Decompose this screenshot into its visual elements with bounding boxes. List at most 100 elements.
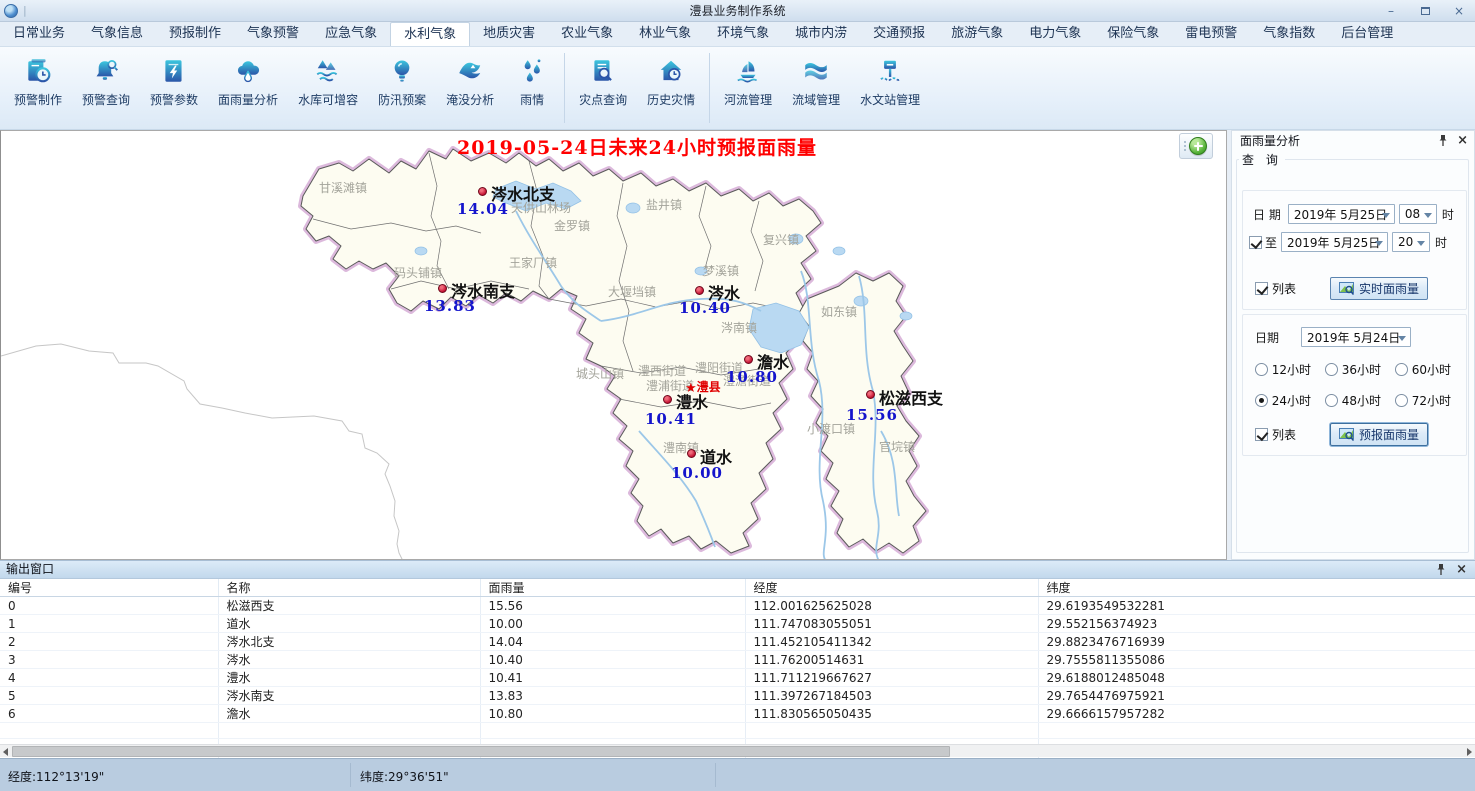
end-date-checkbox[interactable] [1249, 236, 1262, 249]
table-row[interactable]: 6澹水10.80111.83056505043529.6666157957282 [0, 705, 1475, 723]
toolbar-button-label: 预警参数 [150, 91, 198, 108]
menu-tab-雷电预警[interactable]: 雷电预警 [1172, 22, 1250, 46]
forecast-list-checkbox[interactable] [1255, 428, 1268, 441]
station-rainfall-value-澧水: 10.41 [645, 410, 697, 428]
panel-title: 面雨量分析 [1240, 134, 1300, 148]
realtime-rain-button[interactable]: 实时面雨量 [1330, 277, 1428, 300]
realtime-list-label: 列表 [1272, 280, 1296, 297]
scroll-left-arrow-icon[interactable] [3, 748, 8, 756]
radio-option-12小时[interactable]: 12小时 [1255, 361, 1311, 378]
horizontal-scrollbar[interactable] [0, 744, 1475, 757]
table-row[interactable]: 4澧水10.41111.71121966762729.6188012485048 [0, 669, 1475, 687]
station-rainfall-value-松滋西支: 15.56 [846, 406, 898, 424]
menu-tab-气象信息[interactable]: 气象信息 [78, 22, 156, 46]
table-cell: 澹水 [218, 705, 480, 723]
query-groupbox: 查 询 日 期 2019年 5月25日 08 时 至 2019年 [1236, 151, 1469, 553]
radio-option-48小时[interactable]: 48小时 [1325, 392, 1381, 409]
station-dot-涔水南支[interactable] [438, 284, 447, 293]
radio-option-36小时[interactable]: 36小时 [1325, 361, 1381, 378]
toolbar-button-水文站管理[interactable]: 水文站管理 [850, 47, 930, 129]
menu-tab-环境气象[interactable]: 环境气象 [704, 22, 782, 46]
radio-option-60小时[interactable]: 60小时 [1395, 361, 1451, 378]
pin-icon[interactable] [1438, 134, 1448, 147]
forecast-date-combobox[interactable]: 2019年 5月24日 [1301, 327, 1411, 347]
menu-tab-林业气象[interactable]: 林业气象 [626, 22, 704, 46]
radio-option-24小时[interactable]: 24小时 [1255, 392, 1311, 409]
toolbar-button-预警查询[interactable]: 预警查询 [72, 47, 140, 129]
town-label-复兴镇: 复兴镇 [763, 231, 799, 248]
column-header-面雨量[interactable]: 面雨量 [480, 579, 745, 597]
menu-tab-农业气象[interactable]: 农业气象 [548, 22, 626, 46]
menu-tab-地质灾害[interactable]: 地质灾害 [470, 22, 548, 46]
town-label-码头铺镇: 码头铺镇 [394, 264, 442, 281]
menu-tab-电力气象[interactable]: 电力气象 [1016, 22, 1094, 46]
table-cell: 松滋西支 [218, 597, 480, 615]
menu-tab-应急气象[interactable]: 应急气象 [312, 22, 390, 46]
start-date-combobox[interactable]: 2019年 5月25日 [1288, 204, 1395, 224]
menu-tab-后台管理[interactable]: 后台管理 [1328, 22, 1406, 46]
toolbar-button-河流管理[interactable]: 河流管理 [714, 47, 782, 129]
county-seat-marker: ★澧县 [685, 378, 721, 396]
toolbar-button-淹没分析[interactable]: 淹没分析 [436, 47, 504, 129]
toolbar-button-label: 历史灾情 [647, 91, 695, 108]
station-dot-道水[interactable] [687, 449, 696, 458]
table-header-row[interactable]: 编号名称面雨量经度纬度 [0, 579, 1475, 597]
table-cell: 10.41 [480, 669, 745, 687]
output-close-icon[interactable]: × [1456, 564, 1467, 576]
station-dot-涔水[interactable] [695, 286, 704, 295]
station-dot-澧水[interactable] [663, 395, 672, 404]
table-cell: 6 [0, 705, 218, 723]
scroll-right-arrow-icon[interactable] [1467, 748, 1472, 756]
table-row[interactable]: 0松滋西支15.56112.00162562502829.61935495322… [0, 597, 1475, 615]
town-label-涔南镇: 涔南镇 [721, 319, 757, 336]
menu-tab-旅游气象[interactable]: 旅游气象 [938, 22, 1016, 46]
table-cell: 29.552156374923 [1038, 615, 1475, 633]
toolbar-button-历史灾情[interactable]: 历史灾情 [637, 47, 705, 129]
menu-tab-保险气象[interactable]: 保险气象 [1094, 22, 1172, 46]
start-hour-combobox[interactable]: 08 [1399, 204, 1437, 224]
toolbar-button-灾点查询[interactable]: 灾点查询 [569, 47, 637, 129]
restore-button[interactable] [1417, 4, 1433, 18]
realtime-list-checkbox[interactable] [1255, 282, 1268, 295]
menu-tab-预报制作[interactable]: 预报制作 [156, 22, 234, 46]
toolbar-button-面雨量分析[interactable]: 面雨量分析 [208, 47, 288, 129]
menu-tab-水利气象[interactable]: 水利气象 [390, 22, 470, 46]
end-hour-combobox[interactable]: 20 [1392, 232, 1430, 252]
table-row[interactable]: 3涔水10.40111.7620051463129.7555811355086 [0, 651, 1475, 669]
station-dot-松滋西支[interactable] [866, 390, 875, 399]
column-header-经度[interactable]: 经度 [745, 579, 1038, 597]
forecast-rain-button[interactable]: 预报面雨量 [1330, 423, 1428, 446]
station-rainfall-value-涔水北支: 14.04 [457, 200, 509, 218]
menu-tab-气象预警[interactable]: 气象预警 [234, 22, 312, 46]
toolbar-button-流域管理[interactable]: 流域管理 [782, 47, 850, 129]
window-title: 澧县业务制作系统 [0, 2, 1475, 19]
table-row[interactable]: 1道水10.00111.74708305505129.552156374923 [0, 615, 1475, 633]
table-row[interactable]: 5涔水南支13.83111.39726718450329.76544769759… [0, 687, 1475, 705]
end-date-combobox[interactable]: 2019年 5月25日 [1281, 232, 1388, 252]
column-header-编号[interactable]: 编号 [0, 579, 218, 597]
scrollbar-thumb[interactable] [12, 746, 950, 757]
menu-tab-交通预报[interactable]: 交通预报 [860, 22, 938, 46]
panel-close-icon[interactable]: × [1457, 135, 1468, 147]
basin-waves-icon [801, 56, 831, 86]
toolbar-button-水库可增容[interactable]: 水库可增容 [288, 47, 368, 129]
toolbar-button-预警制作[interactable]: 预警制作 [4, 47, 72, 129]
pin-icon[interactable] [1436, 563, 1446, 576]
menu-tab-气象指数[interactable]: 气象指数 [1250, 22, 1328, 46]
toolbar-button-防汛预案[interactable]: 防汛预案 [368, 47, 436, 129]
toolbar-button-雨情[interactable]: 雨情 [504, 47, 560, 129]
radio-label: 48小时 [1342, 392, 1381, 409]
station-dot-涔水北支[interactable] [478, 187, 487, 196]
zoom-in-button[interactable] [1189, 137, 1207, 155]
minimize-button[interactable]: – [1383, 4, 1399, 18]
close-button[interactable]: × [1451, 4, 1467, 18]
radio-option-72小时[interactable]: 72小时 [1395, 392, 1451, 409]
menu-tab-城市内涝[interactable]: 城市内涝 [782, 22, 860, 46]
column-header-名称[interactable]: 名称 [218, 579, 480, 597]
column-header-纬度[interactable]: 纬度 [1038, 579, 1475, 597]
map-canvas[interactable]: 甘溪滩镇天供山林场金罗镇盐井镇复兴镇码头铺镇王家厂镇梦溪镇大堰垱镇涔南镇如东镇城… [0, 130, 1227, 560]
menu-tab-日常业务[interactable]: 日常业务 [0, 22, 78, 46]
table-row[interactable]: 2涔水北支14.04111.45210541134229.88234767169… [0, 633, 1475, 651]
station-dot-澹水[interactable] [744, 355, 753, 364]
toolbar-button-预警参数[interactable]: 预警参数 [140, 47, 208, 129]
